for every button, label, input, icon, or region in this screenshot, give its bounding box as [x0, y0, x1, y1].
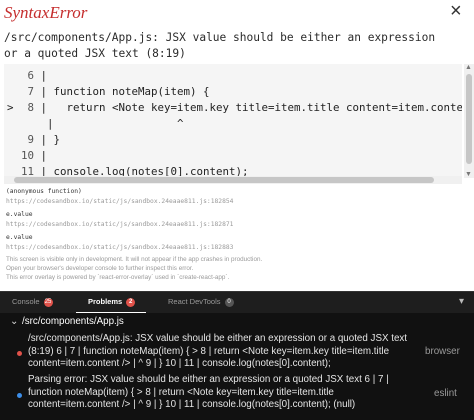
- problem-message[interactable]: Parsing error: JSX value should be eithe…: [28, 374, 416, 412]
- horizontal-scrollbar[interactable]: [4, 176, 462, 184]
- stack-frame-url[interactable]: https://codesandbox.io/static/js/sandbox…: [6, 244, 233, 251]
- scrollbar-thumb[interactable]: [466, 74, 472, 164]
- dev-note: This error overlay is powered by `react-…: [6, 274, 230, 281]
- code-line: 7 | function noteMap(item) {: [27, 85, 210, 98]
- stack-frame-url[interactable]: https://codesandbox.io/static/js/sandbox…: [6, 221, 233, 228]
- code-caret-line: | ^: [34, 117, 184, 130]
- code-frame: 6 | 7 | function noteMap(item) { >8 | re…: [4, 64, 462, 176]
- tab-react-devtools[interactable]: React DevTools 0: [168, 297, 234, 307]
- scroll-down-icon[interactable]: ▼: [465, 171, 472, 178]
- devtools-tab-bar: Console 25 Problems 2 React DevTools 0 ▾: [0, 291, 474, 314]
- error-dot-icon: [17, 351, 22, 356]
- info-dot-icon: [17, 393, 22, 398]
- dev-note: Open your browser's developer console to…: [6, 265, 194, 272]
- scroll-up-icon[interactable]: ▲: [465, 64, 472, 71]
- code-line-error: >8 | return <Note key=item.key title=ite…: [7, 101, 462, 114]
- chevron-down-icon[interactable]: ▾: [459, 296, 464, 307]
- stack-frame-fn: e.value: [6, 234, 33, 241]
- problem-source: eslint: [434, 388, 457, 399]
- problem-message[interactable]: /src/components/App.js: JSX value should…: [28, 333, 416, 371]
- problem-source: browser: [425, 346, 460, 357]
- console-count-badge: 25: [43, 297, 53, 307]
- dev-note: This screen is visible only in developme…: [6, 256, 263, 263]
- scrollbar-thumb[interactable]: [14, 177, 434, 183]
- error-overlay: SyntaxError × /src/components/App.js: JS…: [0, 0, 474, 291]
- chevron-down-icon[interactable]: ⌄: [10, 316, 22, 327]
- problems-panel: ⌄/src/components/App.js /src/components/…: [0, 313, 474, 420]
- code-line: 9 | }: [27, 133, 61, 146]
- problems-count-badge: 2: [126, 297, 136, 307]
- stack-frame-url[interactable]: https://codesandbox.io/static/js/sandbox…: [6, 198, 233, 205]
- code-line: 6 |: [27, 69, 48, 82]
- stack-frame-fn: (anonymous function): [6, 188, 82, 195]
- vertical-scrollbar[interactable]: ▲ ▼: [464, 64, 474, 178]
- close-icon[interactable]: ×: [450, 0, 462, 23]
- stack-frame-fn: e.value: [6, 211, 33, 218]
- code-line: 10 |: [20, 149, 48, 162]
- tab-problems[interactable]: Problems 2: [88, 297, 136, 307]
- error-message: /src/components/App.js: JSX value should…: [4, 31, 436, 60]
- problem-file-header[interactable]: ⌄/src/components/App.js: [10, 316, 124, 327]
- code-line: 11 | console.log(notes[0].content);: [20, 165, 249, 176]
- tab-console[interactable]: Console 25: [12, 297, 53, 307]
- error-title: SyntaxError: [4, 3, 88, 22]
- devtools-count-badge: 0: [224, 297, 234, 307]
